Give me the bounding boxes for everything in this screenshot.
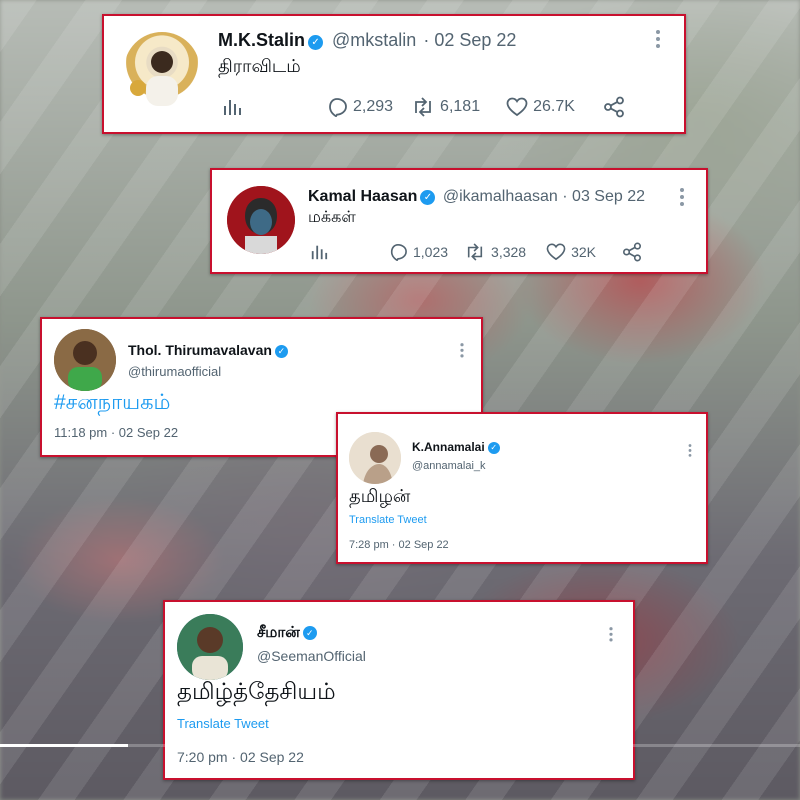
avatar[interactable] xyxy=(227,186,295,254)
share-icon[interactable] xyxy=(622,242,642,262)
translate-tweet-link[interactable]: Translate Tweet xyxy=(349,514,427,526)
tweet-date[interactable]: · 03 Sep 22 xyxy=(562,188,645,205)
more-options-icon[interactable] xyxy=(656,30,660,51)
handle[interactable]: @annamalai_k xyxy=(412,460,486,472)
reply-icon xyxy=(326,97,348,117)
verified-badge-icon: ✓ xyxy=(308,35,324,50)
handle[interactable]: @thirumaofficial xyxy=(128,364,221,379)
like-icon xyxy=(546,243,566,261)
handle[interactable]: @SeemanOfficial xyxy=(257,648,366,664)
handle[interactable]: @ikamalhaasan xyxy=(443,188,558,205)
more-options-icon[interactable] xyxy=(680,188,684,209)
tweet-actions: 2,293 6,181 26.7K xyxy=(222,96,625,118)
hashtag-link[interactable]: #சனநாயகம் xyxy=(54,391,170,417)
tweet-card-stalin[interactable]: M.K.Stalin ✓ @mkstalin · 02 Sep 22 திராவி… xyxy=(102,14,686,134)
tweet-text: மக்கள் xyxy=(308,209,356,226)
like-icon xyxy=(506,97,528,117)
retweet-count: 3,328 xyxy=(491,244,527,260)
display-name[interactable]: சீமான் xyxy=(257,624,300,641)
reply-icon xyxy=(388,243,408,261)
tweet-text: தமிழ்த்தேசியம் xyxy=(177,678,336,704)
avatar[interactable] xyxy=(349,432,401,484)
tweet-actions: 1,023 3,328 32K xyxy=(310,242,642,262)
display-name[interactable]: K.Annamalai xyxy=(412,440,485,454)
translate-tweet-link[interactable]: Translate Tweet xyxy=(177,716,269,731)
retweet-button[interactable]: 3,328 xyxy=(464,243,526,261)
share-icon[interactable] xyxy=(603,96,625,118)
like-button[interactable]: 32K xyxy=(546,243,596,261)
avatar[interactable] xyxy=(54,329,116,391)
more-options-icon[interactable] xyxy=(688,444,692,459)
tweet-timestamp[interactable]: 7:28 pm · 02 Sep 22 xyxy=(349,539,449,551)
retweet-button[interactable]: 6,181 xyxy=(411,97,480,117)
tweet-date[interactable]: · 02 Sep 22 xyxy=(423,30,516,50)
like-count: 26.7K xyxy=(533,98,575,115)
tweet-card-kamal[interactable]: Kamal Haasan ✓ @ikamalhaasan · 03 Sep 22 … xyxy=(210,168,708,274)
verified-badge-icon: ✓ xyxy=(302,626,317,640)
analytics-icon[interactable] xyxy=(310,243,328,261)
verified-badge-icon: ✓ xyxy=(420,190,436,205)
retweet-icon xyxy=(464,243,486,261)
video-progress-bar[interactable] xyxy=(0,744,800,747)
retweet-count: 6,181 xyxy=(440,98,481,115)
reply-button[interactable]: 2,293 xyxy=(326,97,393,117)
tweet-card-seeman[interactable]: சீமான் ✓ @SeemanOfficial தமிழ்த்தேசியம் T… xyxy=(163,600,635,780)
more-options-icon[interactable] xyxy=(609,627,613,644)
reply-count: 2,293 xyxy=(353,98,394,115)
avatar[interactable] xyxy=(177,614,243,680)
like-count: 32K xyxy=(571,244,597,260)
tweet-card-annamalai[interactable]: K.Annamalai ✓ @annamalai_k தமிழன் Transla… xyxy=(336,412,708,564)
like-button[interactable]: 26.7K xyxy=(506,97,575,117)
handle[interactable]: @mkstalin xyxy=(332,30,416,50)
more-options-icon[interactable] xyxy=(460,343,464,360)
tweet-timestamp[interactable]: 11:18 pm · 02 Sep 22 xyxy=(54,425,178,440)
display-name[interactable]: M.K.Stalin xyxy=(218,30,305,50)
retweet-icon xyxy=(411,97,435,117)
display-name[interactable]: Kamal Haasan xyxy=(308,188,417,205)
tweet-text: திராவிடம் xyxy=(218,56,301,76)
verified-badge-icon: ✓ xyxy=(487,442,500,454)
avatar[interactable] xyxy=(124,32,200,108)
tweet-text: தமிழன் xyxy=(349,486,411,506)
reply-button[interactable]: 1,023 xyxy=(388,243,448,261)
video-progress-fill xyxy=(0,744,128,747)
tweet-timestamp[interactable]: 7:20 pm · 02 Sep 22 xyxy=(177,749,304,765)
display-name[interactable]: Thol. Thirumavalavan xyxy=(128,342,272,358)
verified-badge-icon: ✓ xyxy=(274,345,288,358)
reply-count: 1,023 xyxy=(413,244,449,260)
analytics-icon[interactable] xyxy=(222,97,242,117)
